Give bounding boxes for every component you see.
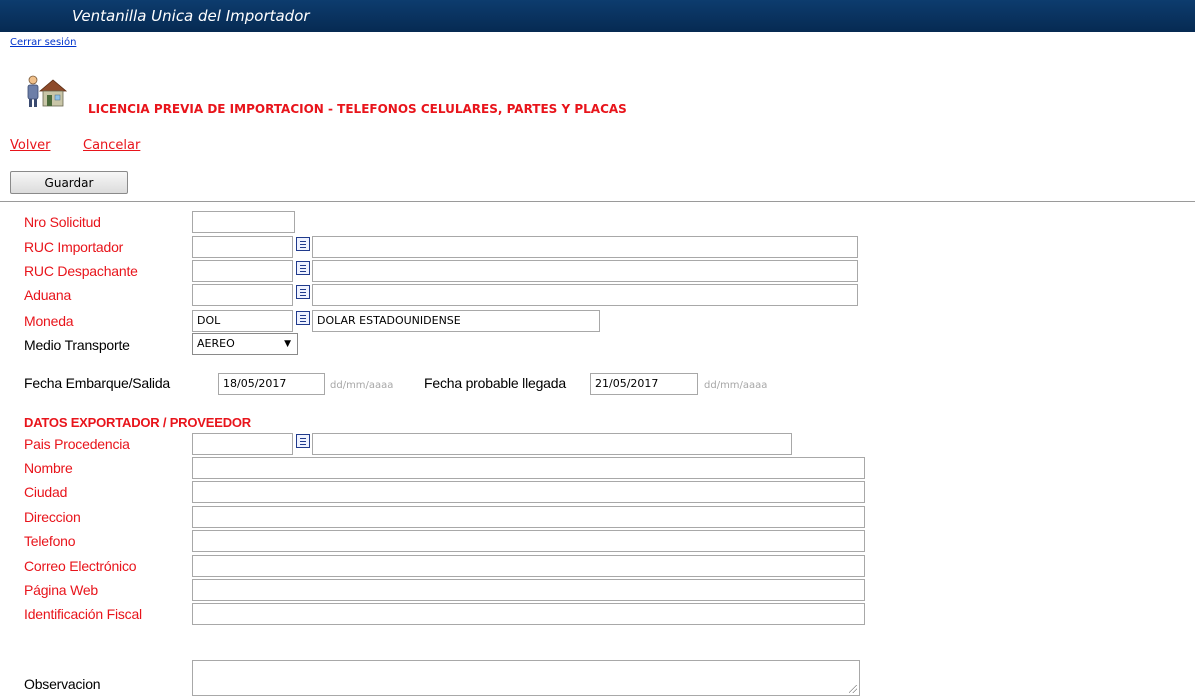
nro-solicitud-input[interactable] <box>192 211 295 233</box>
triangle-down-icon: ▼ <box>284 339 291 349</box>
fecha-llegada-input[interactable]: 21/05/2017 <box>590 373 698 395</box>
nombre-input[interactable] <box>192 457 865 479</box>
ciudad-input[interactable] <box>192 481 865 503</box>
app-header: Ventanilla Unica del Importador <box>0 0 1195 32</box>
aduana-desc-input[interactable] <box>312 284 858 306</box>
observacion-label: Observacion <box>24 676 101 692</box>
moneda-desc-input[interactable]: DOLAR ESTADOUNIDENSE <box>312 310 600 332</box>
direccion-input[interactable] <box>192 506 865 528</box>
ruc-importador-lookup-icon[interactable] <box>296 237 310 251</box>
ruc-despachante-lookup-icon[interactable] <box>296 261 310 275</box>
direccion-label: Direccion <box>24 509 81 525</box>
medio-transporte-value: AEREO <box>197 337 235 350</box>
divider <box>0 201 1195 202</box>
fecha-embarque-input[interactable]: 18/05/2017 <box>218 373 325 395</box>
telefono-input[interactable] <box>192 530 865 552</box>
resize-grip-icon[interactable] <box>849 685 857 693</box>
app-title: Ventanilla Unica del Importador <box>72 7 310 25</box>
medio-transporte-label: Medio Transporte <box>24 337 130 353</box>
web-label: Página Web <box>24 582 99 598</box>
nombre-label: Nombre <box>24 460 73 476</box>
pais-lookup-icon[interactable] <box>296 434 310 448</box>
aduana-code-input[interactable] <box>192 284 293 306</box>
ruc-importador-desc-input[interactable] <box>312 236 858 258</box>
ruc-despachante-code-input[interactable] <box>192 260 293 282</box>
ruc-despachante-label: RUC Despachante <box>24 263 138 279</box>
save-button[interactable]: Guardar <box>10 171 128 194</box>
cancel-link[interactable]: Cancelar <box>83 138 140 153</box>
correo-input[interactable] <box>192 555 865 577</box>
correo-label: Correo Electrónico <box>24 558 137 574</box>
back-link[interactable]: Volver <box>10 138 51 153</box>
aduana-label: Aduana <box>24 287 72 303</box>
medio-transporte-select[interactable]: AEREO ▼ <box>192 333 298 355</box>
web-input[interactable] <box>192 579 865 601</box>
user-house-icon <box>27 75 68 107</box>
aduana-lookup-icon[interactable] <box>296 285 310 299</box>
logout-link[interactable]: Cerrar sesión <box>10 37 76 48</box>
moneda-code-input[interactable]: DOL <box>192 310 293 332</box>
ruc-despachante-desc-input[interactable] <box>312 260 858 282</box>
ruc-importador-code-input[interactable] <box>192 236 293 258</box>
fecha-embarque-format-hint: dd/mm/aaaa <box>330 380 394 391</box>
fiscal-label: Identificación Fiscal <box>24 606 142 622</box>
observacion-textarea[interactable] <box>192 660 860 696</box>
moneda-label: Moneda <box>24 313 74 329</box>
telefono-label: Telefono <box>24 533 76 549</box>
ciudad-label: Ciudad <box>24 484 68 500</box>
fecha-embarque-label: Fecha Embarque/Salida <box>24 375 170 391</box>
pais-label: Pais Procedencia <box>24 436 130 452</box>
fecha-llegada-label: Fecha probable llegada <box>424 375 566 391</box>
nro-solicitud-label: Nro Solicitud <box>24 214 101 230</box>
moneda-lookup-icon[interactable] <box>296 311 310 325</box>
page-title: LICENCIA PREVIA DE IMPORTACION - TELEFON… <box>88 102 627 116</box>
fecha-llegada-format-hint: dd/mm/aaaa <box>704 380 768 391</box>
fiscal-input[interactable] <box>192 603 865 625</box>
pais-desc-input[interactable] <box>312 433 792 455</box>
pais-code-input[interactable] <box>192 433 293 455</box>
exporter-section-title: DATOS EXPORTADOR / PROVEEDOR <box>24 415 251 430</box>
ruc-importador-label: RUC Importador <box>24 239 124 255</box>
